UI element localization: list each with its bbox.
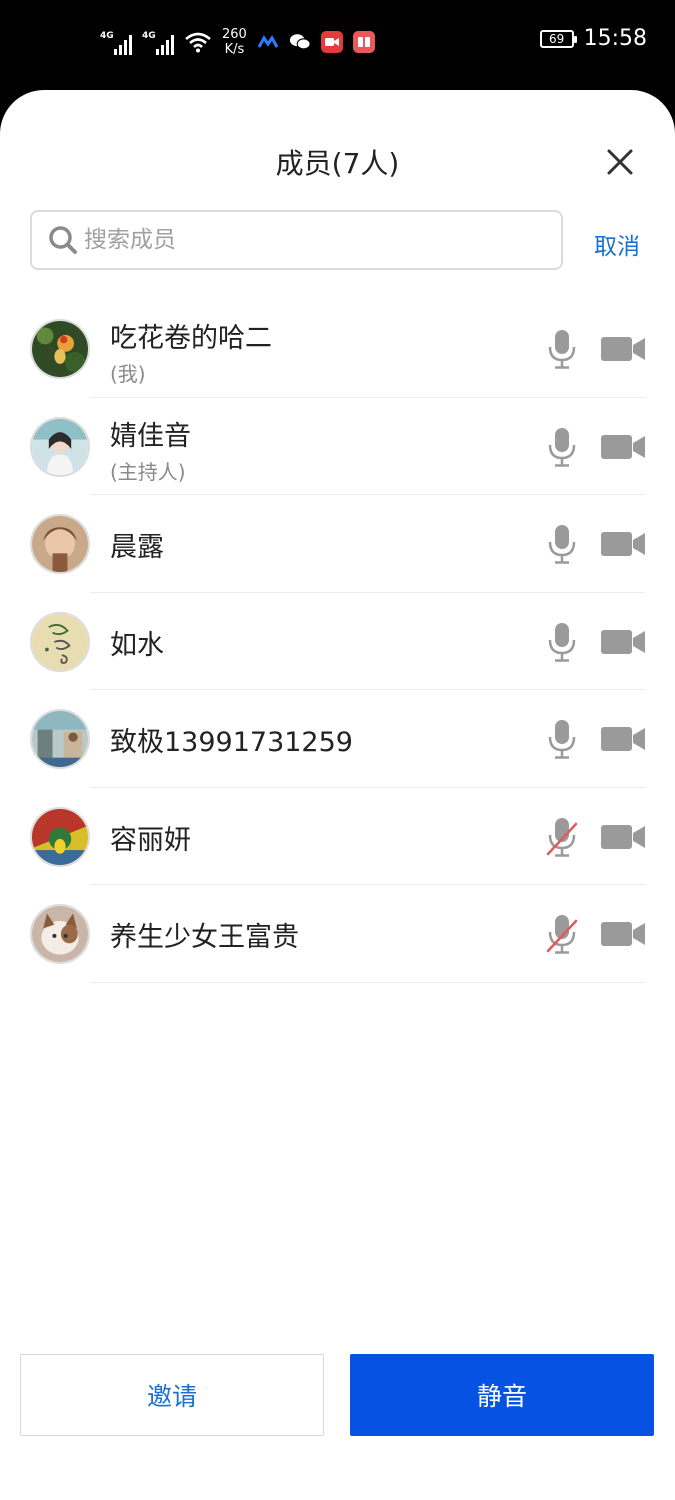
avatar bbox=[30, 611, 90, 672]
status-bar-left: 4G 4G 260 K/s bbox=[100, 22, 375, 62]
speed-unit: K/s bbox=[224, 42, 245, 57]
close-button[interactable] bbox=[600, 142, 640, 182]
app-icon bbox=[257, 31, 279, 53]
member-name: 致极13991731259 bbox=[110, 727, 353, 758]
video-camera-icon[interactable] bbox=[600, 334, 646, 364]
member-name: 吃花卷的哈二 bbox=[110, 323, 272, 354]
video-app-icon bbox=[320, 31, 343, 53]
microphone-muted-icon[interactable] bbox=[546, 816, 578, 858]
clock: 15:58 bbox=[583, 26, 647, 51]
divider bbox=[90, 981, 645, 983]
network-type-label: 4G bbox=[100, 31, 114, 41]
avatar bbox=[30, 806, 90, 867]
video-camera-icon[interactable] bbox=[600, 529, 646, 559]
member-row[interactable]: 吃花卷的哈二 (我) bbox=[0, 300, 675, 398]
network-type-label: 4G bbox=[142, 31, 156, 41]
avatar bbox=[30, 514, 90, 574]
page-title: 成员(7人) bbox=[275, 147, 400, 180]
member-row[interactable]: 晨露 bbox=[0, 495, 675, 593]
microphone-muted-icon[interactable] bbox=[546, 913, 578, 955]
member-row[interactable]: 容丽妍 bbox=[0, 788, 675, 885]
mute-all-button[interactable]: 静音 bbox=[350, 1354, 654, 1436]
member-row[interactable]: 致极13991731259 bbox=[0, 690, 675, 788]
avatar bbox=[30, 416, 90, 477]
wifi-icon bbox=[184, 30, 212, 54]
video-camera-icon[interactable] bbox=[600, 432, 646, 462]
video-camera-icon[interactable] bbox=[600, 919, 646, 949]
member-row[interactable]: 如水 bbox=[0, 593, 675, 690]
signal-icon: 4G bbox=[100, 29, 132, 55]
member-name: 容丽妍 bbox=[110, 824, 191, 856]
avatar bbox=[30, 709, 90, 769]
search-input[interactable] bbox=[84, 220, 561, 260]
member-row[interactable]: 养生少女王富贵 bbox=[0, 885, 675, 983]
invite-button[interactable]: 邀请 bbox=[20, 1354, 324, 1436]
member-list: 吃花卷的哈二 (我) 婧佳音 (主持人) 晨露 如水 致极13991731259… bbox=[0, 300, 675, 983]
battery-level: 69 bbox=[548, 31, 565, 46]
avatar bbox=[30, 904, 90, 964]
close-icon bbox=[607, 149, 633, 175]
search-box[interactable] bbox=[30, 210, 563, 270]
member-role: (我) bbox=[110, 362, 146, 386]
microphone-icon[interactable] bbox=[546, 718, 578, 760]
cancel-button[interactable]: 取消 bbox=[594, 227, 640, 261]
member-name: 养生少女王富贵 bbox=[110, 922, 299, 953]
microphone-icon[interactable] bbox=[546, 523, 578, 565]
search-icon bbox=[49, 226, 77, 254]
wechat-icon bbox=[289, 31, 311, 53]
video-camera-icon[interactable] bbox=[600, 822, 646, 852]
signal-icon: 4G bbox=[142, 29, 174, 55]
members-sheet: 成员(7人) 取消 吃花卷的哈二 (我) bbox=[0, 90, 675, 1500]
member-name: 晨露 bbox=[110, 532, 164, 563]
reader-app-icon bbox=[352, 31, 375, 53]
video-camera-icon[interactable] bbox=[600, 627, 646, 657]
avatar bbox=[30, 319, 90, 379]
member-name: 如水 bbox=[110, 629, 164, 661]
member-row[interactable]: 婧佳音 (主持人) bbox=[0, 398, 675, 495]
status-bar: 4G 4G 260 K/s 69 15:58 bbox=[0, 0, 675, 88]
microphone-icon[interactable] bbox=[546, 426, 578, 468]
video-camera-icon[interactable] bbox=[600, 724, 646, 754]
member-role: (主持人) bbox=[110, 459, 186, 484]
microphone-icon[interactable] bbox=[546, 621, 578, 663]
network-speed: 260 K/s bbox=[222, 27, 247, 57]
microphone-icon[interactable] bbox=[546, 328, 578, 370]
battery-icon: 69 bbox=[539, 29, 577, 48]
member-name: 婧佳音 bbox=[110, 420, 191, 452]
speed-value: 260 bbox=[222, 27, 247, 42]
status-bar-right: 69 15:58 bbox=[539, 26, 647, 51]
